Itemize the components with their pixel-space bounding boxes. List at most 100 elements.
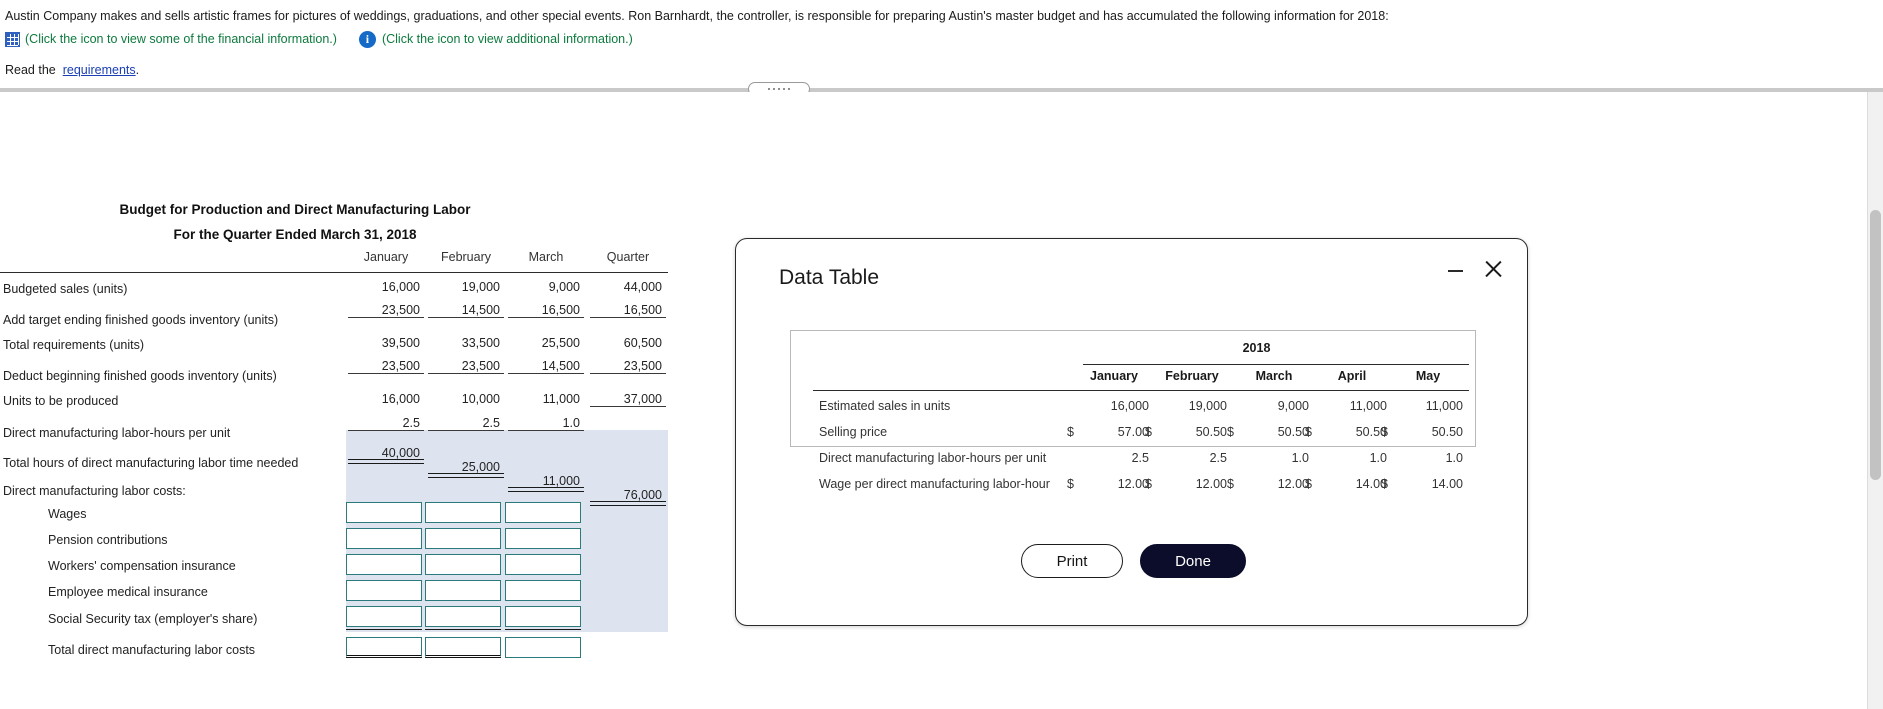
input-total-labor-cost-february[interactable] xyxy=(425,637,501,658)
data-table-header-rule xyxy=(813,390,1469,391)
splitter-dot xyxy=(782,87,786,91)
table-row: Total direct manufacturing labor costs xyxy=(0,637,668,665)
row-label: Units to be produced xyxy=(3,394,119,408)
input-medical-february[interactable] xyxy=(425,580,501,601)
table-row: Wages xyxy=(0,502,668,528)
row-value: 10,000 xyxy=(461,392,500,406)
print-button[interactable]: Print xyxy=(1021,544,1123,578)
table-row: Pension contributions xyxy=(0,528,668,554)
column-header-february: February xyxy=(440,250,492,264)
read-requirements-line: Read the requirements. xyxy=(5,63,139,77)
data-row-label: Selling price xyxy=(819,425,888,439)
data-row-value: 12.00 xyxy=(1277,477,1309,491)
done-button[interactable]: Done xyxy=(1140,544,1246,578)
vertical-scrollbar-thumb[interactable] xyxy=(1870,210,1881,480)
row-value: 25,500 xyxy=(541,336,580,350)
budget-table-top-rule xyxy=(0,272,668,273)
row-value: 16,500 xyxy=(508,303,584,318)
row-label: Social Security tax (employer's share) xyxy=(48,612,258,626)
input-total-labor-cost-march[interactable] xyxy=(505,637,581,658)
financial-information-link[interactable]: (Click the icon to view some of the fina… xyxy=(5,31,337,47)
table-row: Employee medical insurance xyxy=(0,580,668,606)
icon-links-row: (Click the icon to view some of the fina… xyxy=(5,29,633,49)
data-row-value: 16,000 xyxy=(1110,399,1149,413)
input-workers-comp-january[interactable] xyxy=(346,554,422,575)
input-medical-january[interactable] xyxy=(346,580,422,601)
financial-information-label[interactable]: (Click the icon to view some of the fina… xyxy=(25,32,337,46)
row-value: 16,000 xyxy=(381,392,420,406)
input-workers-comp-february[interactable] xyxy=(425,554,501,575)
table-row: Direct manufacturing labor-hours per uni… xyxy=(0,416,668,445)
data-table-year-header: 2018 xyxy=(791,341,1477,355)
column-header-quarter: Quarter xyxy=(606,250,650,264)
row-value: 23,500 xyxy=(428,359,504,374)
data-row-value: 2.5 xyxy=(1131,451,1149,465)
row-label: Add target ending finished goods invento… xyxy=(3,313,279,327)
column-header-march: March xyxy=(528,250,564,264)
row-label: Budgeted sales (units) xyxy=(3,282,128,296)
input-ss-tax-february[interactable] xyxy=(425,606,501,627)
input-wages-january[interactable] xyxy=(346,502,422,523)
row-label: Deduct beginning finished goods inventor… xyxy=(3,369,277,383)
row-value: 44,000 xyxy=(623,280,662,294)
row-value: 14,500 xyxy=(428,303,504,318)
data-column-header-march: March xyxy=(1255,369,1293,383)
data-row-value: 14.00 xyxy=(1431,477,1463,491)
input-pension-january[interactable] xyxy=(346,528,422,549)
grid-icon[interactable] xyxy=(5,31,20,47)
input-total-labor-cost-january[interactable] xyxy=(346,637,422,658)
data-row-value: 50.50 xyxy=(1355,425,1387,439)
row-value: 23,500 xyxy=(348,303,424,318)
input-wages-march[interactable] xyxy=(505,502,581,523)
problem-statement-panel: Austin Company makes and sells artistic … xyxy=(0,0,1883,88)
input-pension-february[interactable] xyxy=(425,528,501,549)
worksheet-panel: Budget for Production and Direct Manufac… xyxy=(0,92,1860,709)
data-row-value: 12.00 xyxy=(1117,477,1149,491)
row-value: 16,500 xyxy=(590,303,666,318)
table-row: Workers' compensation insurance xyxy=(0,554,668,580)
input-medical-march[interactable] xyxy=(505,580,581,601)
splitter-dot xyxy=(777,87,781,91)
row-label: Pension contributions xyxy=(48,533,168,547)
vertical-scrollbar-track[interactable] xyxy=(1867,92,1883,709)
row-value: 33,500 xyxy=(461,336,500,350)
worksheet-title-clipped xyxy=(250,178,470,186)
input-pension-march[interactable] xyxy=(505,528,581,549)
data-row-value: 2.5 xyxy=(1209,451,1227,465)
requirements-link[interactable]: requirements xyxy=(63,63,136,77)
data-column-header-february: February xyxy=(1165,369,1219,383)
data-row-value: 19,000 xyxy=(1188,399,1227,413)
close-icon[interactable] xyxy=(1479,255,1507,283)
data-row-value: 14.00 xyxy=(1355,477,1387,491)
splitter-dot xyxy=(787,87,791,91)
input-wages-february[interactable] xyxy=(425,502,501,523)
info-icon[interactable]: i xyxy=(358,30,376,48)
row-value: 23,500 xyxy=(348,359,424,374)
subtotal-rule xyxy=(346,629,422,631)
table-row: Budgeted sales (units) 16,000 19,000 9,0… xyxy=(0,277,668,304)
data-table-content: 2018 January February March April May Es… xyxy=(790,330,1477,491)
minimize-icon[interactable] xyxy=(1445,261,1465,281)
read-prefix-label: Read the xyxy=(5,63,56,77)
row-value: 1.0 xyxy=(508,416,584,431)
data-row-value: 1.0 xyxy=(1291,451,1309,465)
row-label: Total hours of direct manufacturing labo… xyxy=(3,456,299,470)
data-row-value: 1.0 xyxy=(1445,451,1463,465)
input-ss-tax-march[interactable] xyxy=(505,606,581,627)
read-suffix-label: . xyxy=(135,63,140,77)
input-ss-tax-january[interactable] xyxy=(346,606,422,627)
budget-table-header-row: January February March Quarter xyxy=(0,250,668,272)
data-row-value: 57.00 xyxy=(1117,425,1149,439)
data-row-label: Estimated sales in units xyxy=(819,399,951,413)
data-row-value: 11,000 xyxy=(1425,399,1463,413)
additional-information-label[interactable]: (Click the icon to view additional infor… xyxy=(382,32,633,46)
row-label: Total requirements (units) xyxy=(3,338,145,352)
data-column-header-january: January xyxy=(1090,369,1138,383)
input-workers-comp-march[interactable] xyxy=(505,554,581,575)
data-row-value: 1.0 xyxy=(1369,451,1387,465)
data-row-value: 50.50 xyxy=(1277,425,1309,439)
table-row: Social Security tax (employer's share) xyxy=(0,606,668,634)
data-row-value: 11,000 xyxy=(1349,399,1387,413)
table-row: Deduct beginning finished goods inventor… xyxy=(0,359,668,388)
additional-information-link[interactable]: i (Click the icon to view additional inf… xyxy=(358,30,633,48)
